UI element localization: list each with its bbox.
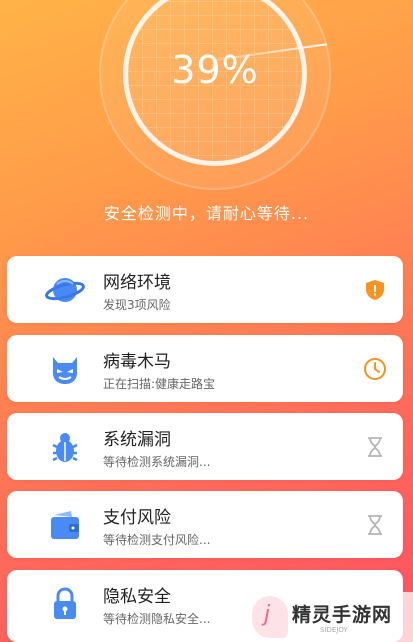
watermark-logo: j: [252, 596, 288, 638]
card-subtitle: 等待检测系统漏洞...: [103, 455, 211, 469]
card-subtitle: 发现3项风险: [103, 298, 171, 312]
wallet-icon: [51, 511, 79, 539]
clock-icon: [364, 358, 386, 380]
card-title: 系统漏洞: [103, 430, 171, 450]
list-item-payment[interactable]: 支付风险 等待检测支付风险...: [7, 491, 403, 558]
list-item-network[interactable]: 网络环境 发现3项风险: [7, 256, 403, 323]
hourglass-icon: [368, 515, 382, 535]
watermark-small-text: SIDEJOY: [320, 626, 348, 634]
hourglass-icon: [368, 437, 382, 457]
card-subtitle: 正在扫描:健康走路宝: [103, 377, 216, 391]
card-title: 病毒木马: [103, 352, 171, 372]
card-title: 网络环境: [103, 273, 171, 293]
scan-percent: 39%: [171, 48, 259, 92]
scan-status-text: 安全检测中，请耐心等待...: [103, 204, 310, 223]
watermark: j 精灵手游网 SIDEJOY: [244, 592, 413, 642]
watermark-text: 精灵手游网: [292, 604, 393, 626]
card-title: 隐私安全: [103, 587, 171, 607]
card-title: 支付风险: [103, 508, 171, 528]
card-subtitle: 等待检测支付风险...: [103, 533, 211, 547]
lock-icon: [54, 587, 76, 619]
bug-icon: [52, 433, 78, 462]
watermark-logo-letter: j: [264, 602, 271, 627]
devil-icon: [53, 357, 77, 384]
planet-icon: [45, 278, 85, 302]
card-subtitle: 等待检测隐私安全...: [103, 612, 211, 626]
list-item-virus[interactable]: 病毒木马 正在扫描:健康走路宝: [7, 335, 403, 402]
warning-shield-icon: [366, 280, 384, 300]
list-item-system[interactable]: 系统漏洞 等待检测系统漏洞...: [7, 413, 403, 480]
